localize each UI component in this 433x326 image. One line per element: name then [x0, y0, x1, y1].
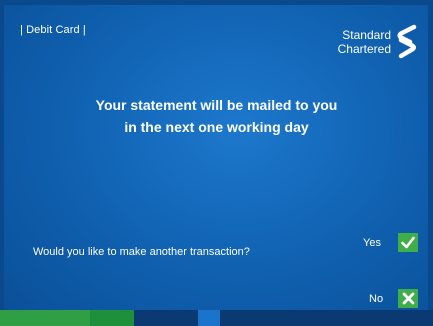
screen-frame-right	[428, 0, 433, 326]
brand-name-line2: Chartered	[337, 42, 391, 56]
stripe-segment-blue	[198, 310, 220, 326]
statement-message: Your statement will be mailed to you in …	[0, 94, 433, 138]
stripe-segment-green-light	[0, 310, 90, 326]
screen-frame-left	[0, 0, 4, 326]
no-button[interactable]	[398, 289, 418, 308]
brand-color-stripe	[0, 310, 433, 326]
statement-message-line1: Your statement will be mailed to you	[95, 97, 338, 113]
stripe-segment-green-dark	[90, 310, 134, 326]
check-icon	[401, 236, 415, 249]
another-transaction-question: Would you like to make another transacti…	[33, 246, 250, 258]
atm-screen: | Debit Card | Standard Chartered Your s…	[0, 0, 433, 326]
brand-name: Standard Chartered	[338, 28, 391, 56]
no-option-label[interactable]: No	[369, 293, 383, 305]
yes-button[interactable]	[398, 233, 418, 252]
stripe-segment-navy	[134, 310, 198, 326]
standard-chartered-logo-icon	[397, 24, 417, 59]
statement-message-line2: in the next one working day	[124, 119, 309, 135]
yes-option-label[interactable]: Yes	[363, 237, 381, 249]
x-icon	[402, 292, 414, 305]
brand-logo: Standard Chartered	[338, 24, 419, 60]
section-label: | Debit Card |	[20, 24, 86, 36]
screen-frame-top	[0, 0, 433, 5]
stripe-segment-navy-wide	[220, 310, 433, 326]
brand-name-line1: Standard	[342, 28, 391, 42]
